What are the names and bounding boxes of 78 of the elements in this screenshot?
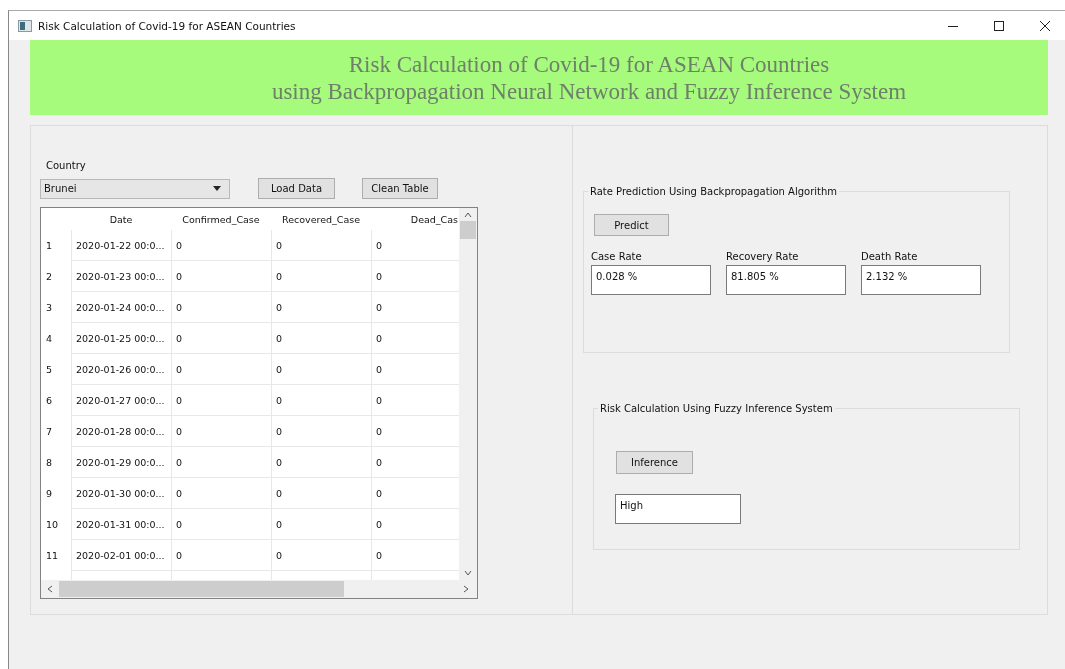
window-title: Risk Calculation of Covid-19 for ASEAN Countries xyxy=(38,19,296,32)
table-cell: 2020-01-27 00:0... xyxy=(71,385,171,416)
table-cell: 2020-01-25 00:0... xyxy=(71,323,171,354)
scroll-down-icon[interactable] xyxy=(464,570,472,576)
table-cell: 0 xyxy=(171,509,271,540)
table-cell: 0 xyxy=(271,416,371,447)
rate-field[interactable]: 81.805 % xyxy=(726,265,846,295)
action-button[interactable]: Load Data xyxy=(258,178,335,199)
table-cell: 0 xyxy=(271,354,371,385)
field-label: Recovery Rate xyxy=(726,251,800,262)
horizontal-scrollbar[interactable] xyxy=(41,580,477,598)
column-header[interactable]: Confirmed_Case xyxy=(171,208,271,230)
table-cell: 2020-02-01 00:0... xyxy=(71,540,171,571)
scroll-up-icon[interactable] xyxy=(464,212,472,218)
inference-button[interactable]: Inference xyxy=(616,451,693,474)
country-dropdown[interactable]: Brunei xyxy=(40,178,230,199)
table-cell: 2020-01-28 00:0... xyxy=(71,416,171,447)
row-number: 10 xyxy=(45,518,60,532)
table-cell: 0 xyxy=(271,509,371,540)
table-cell: 2020-01-31 00:0... xyxy=(71,509,171,540)
rate-field[interactable]: 2.132 % xyxy=(861,265,981,295)
column-header[interactable]: Dead_Cas xyxy=(371,208,459,230)
maximize-icon[interactable] xyxy=(993,19,1005,32)
vertical-scrollbar[interactable] xyxy=(459,208,477,580)
table-cell: 2020-01-26 00:0... xyxy=(71,354,171,385)
table-cell: 0 xyxy=(171,323,271,354)
table-cell: 0 xyxy=(271,230,371,261)
table-cell: 2020-01-23 00:0... xyxy=(71,261,171,292)
table-cell: 0 xyxy=(171,385,271,416)
table-cell: 0 xyxy=(171,447,271,478)
group-title: Rate Prediction Using Backpropagation Algorithm xyxy=(589,186,839,197)
field-label: Case Rate xyxy=(591,251,643,262)
group-title: Risk Calculation Using Fuzzy Inference System xyxy=(599,403,834,414)
table-cell: 0 xyxy=(171,292,271,323)
risk-field[interactable]: High xyxy=(615,494,741,524)
table-cell: 2020-01-30 00:0... xyxy=(71,478,171,509)
row-number: 9 xyxy=(45,487,54,501)
column-header[interactable]: Date xyxy=(71,208,171,230)
table-cell: 2020-01-24 00:0... xyxy=(71,292,171,323)
rate-field[interactable]: 0.028 % xyxy=(591,265,711,295)
row-number: 7 xyxy=(45,425,54,439)
table-cell: 0 xyxy=(271,447,371,478)
country-label: Country xyxy=(46,160,87,171)
row-number: 11 xyxy=(45,549,60,563)
close-icon[interactable] xyxy=(1039,19,1051,32)
predict-button[interactable]: Predict xyxy=(594,214,669,236)
row-number: 5 xyxy=(45,363,54,377)
table-cell: 0 xyxy=(271,385,371,416)
table-cell: 0 xyxy=(271,478,371,509)
scroll-thumb[interactable] xyxy=(460,221,476,239)
table-cell: 0 xyxy=(171,261,271,292)
scroll-thumb[interactable] xyxy=(59,581,344,597)
table-cell: 0 xyxy=(171,230,271,261)
table-cell: 0 xyxy=(271,323,371,354)
row-number: 1 xyxy=(45,239,54,253)
scroll-left-icon[interactable] xyxy=(47,585,53,593)
table-cell: 2020-01-29 00:0... xyxy=(71,447,171,478)
column-header[interactable]: Recovered_Case xyxy=(271,208,371,230)
table-cell: 0 xyxy=(271,261,371,292)
app-icon xyxy=(18,19,32,32)
table-cell: 0 xyxy=(271,540,371,571)
table-cell: 0 xyxy=(171,540,271,571)
table-cell: 2020-01-22 00:0... xyxy=(71,230,171,261)
row-number: 4 xyxy=(45,332,54,346)
field-label: Death Rate xyxy=(861,251,919,262)
table-cell: 0 xyxy=(271,292,371,323)
table-cell: 0 xyxy=(171,478,271,509)
table-cell: 0 xyxy=(171,416,271,447)
row-number: 6 xyxy=(45,394,54,408)
table-cell: 0 xyxy=(171,354,271,385)
dropdown-caret-icon xyxy=(213,186,221,191)
banner-title: Risk Calculation of Covid-19 for ASEAN Countries xyxy=(348,50,830,78)
row-number: 8 xyxy=(45,456,54,470)
banner-title: using Backpropagation Neural Network and Fuzzy Inference System xyxy=(271,77,907,105)
row-number: 2 xyxy=(45,270,54,284)
action-button[interactable]: Clean Table xyxy=(362,178,438,199)
scroll-right-icon[interactable] xyxy=(463,585,469,593)
row-number: 3 xyxy=(45,301,54,315)
